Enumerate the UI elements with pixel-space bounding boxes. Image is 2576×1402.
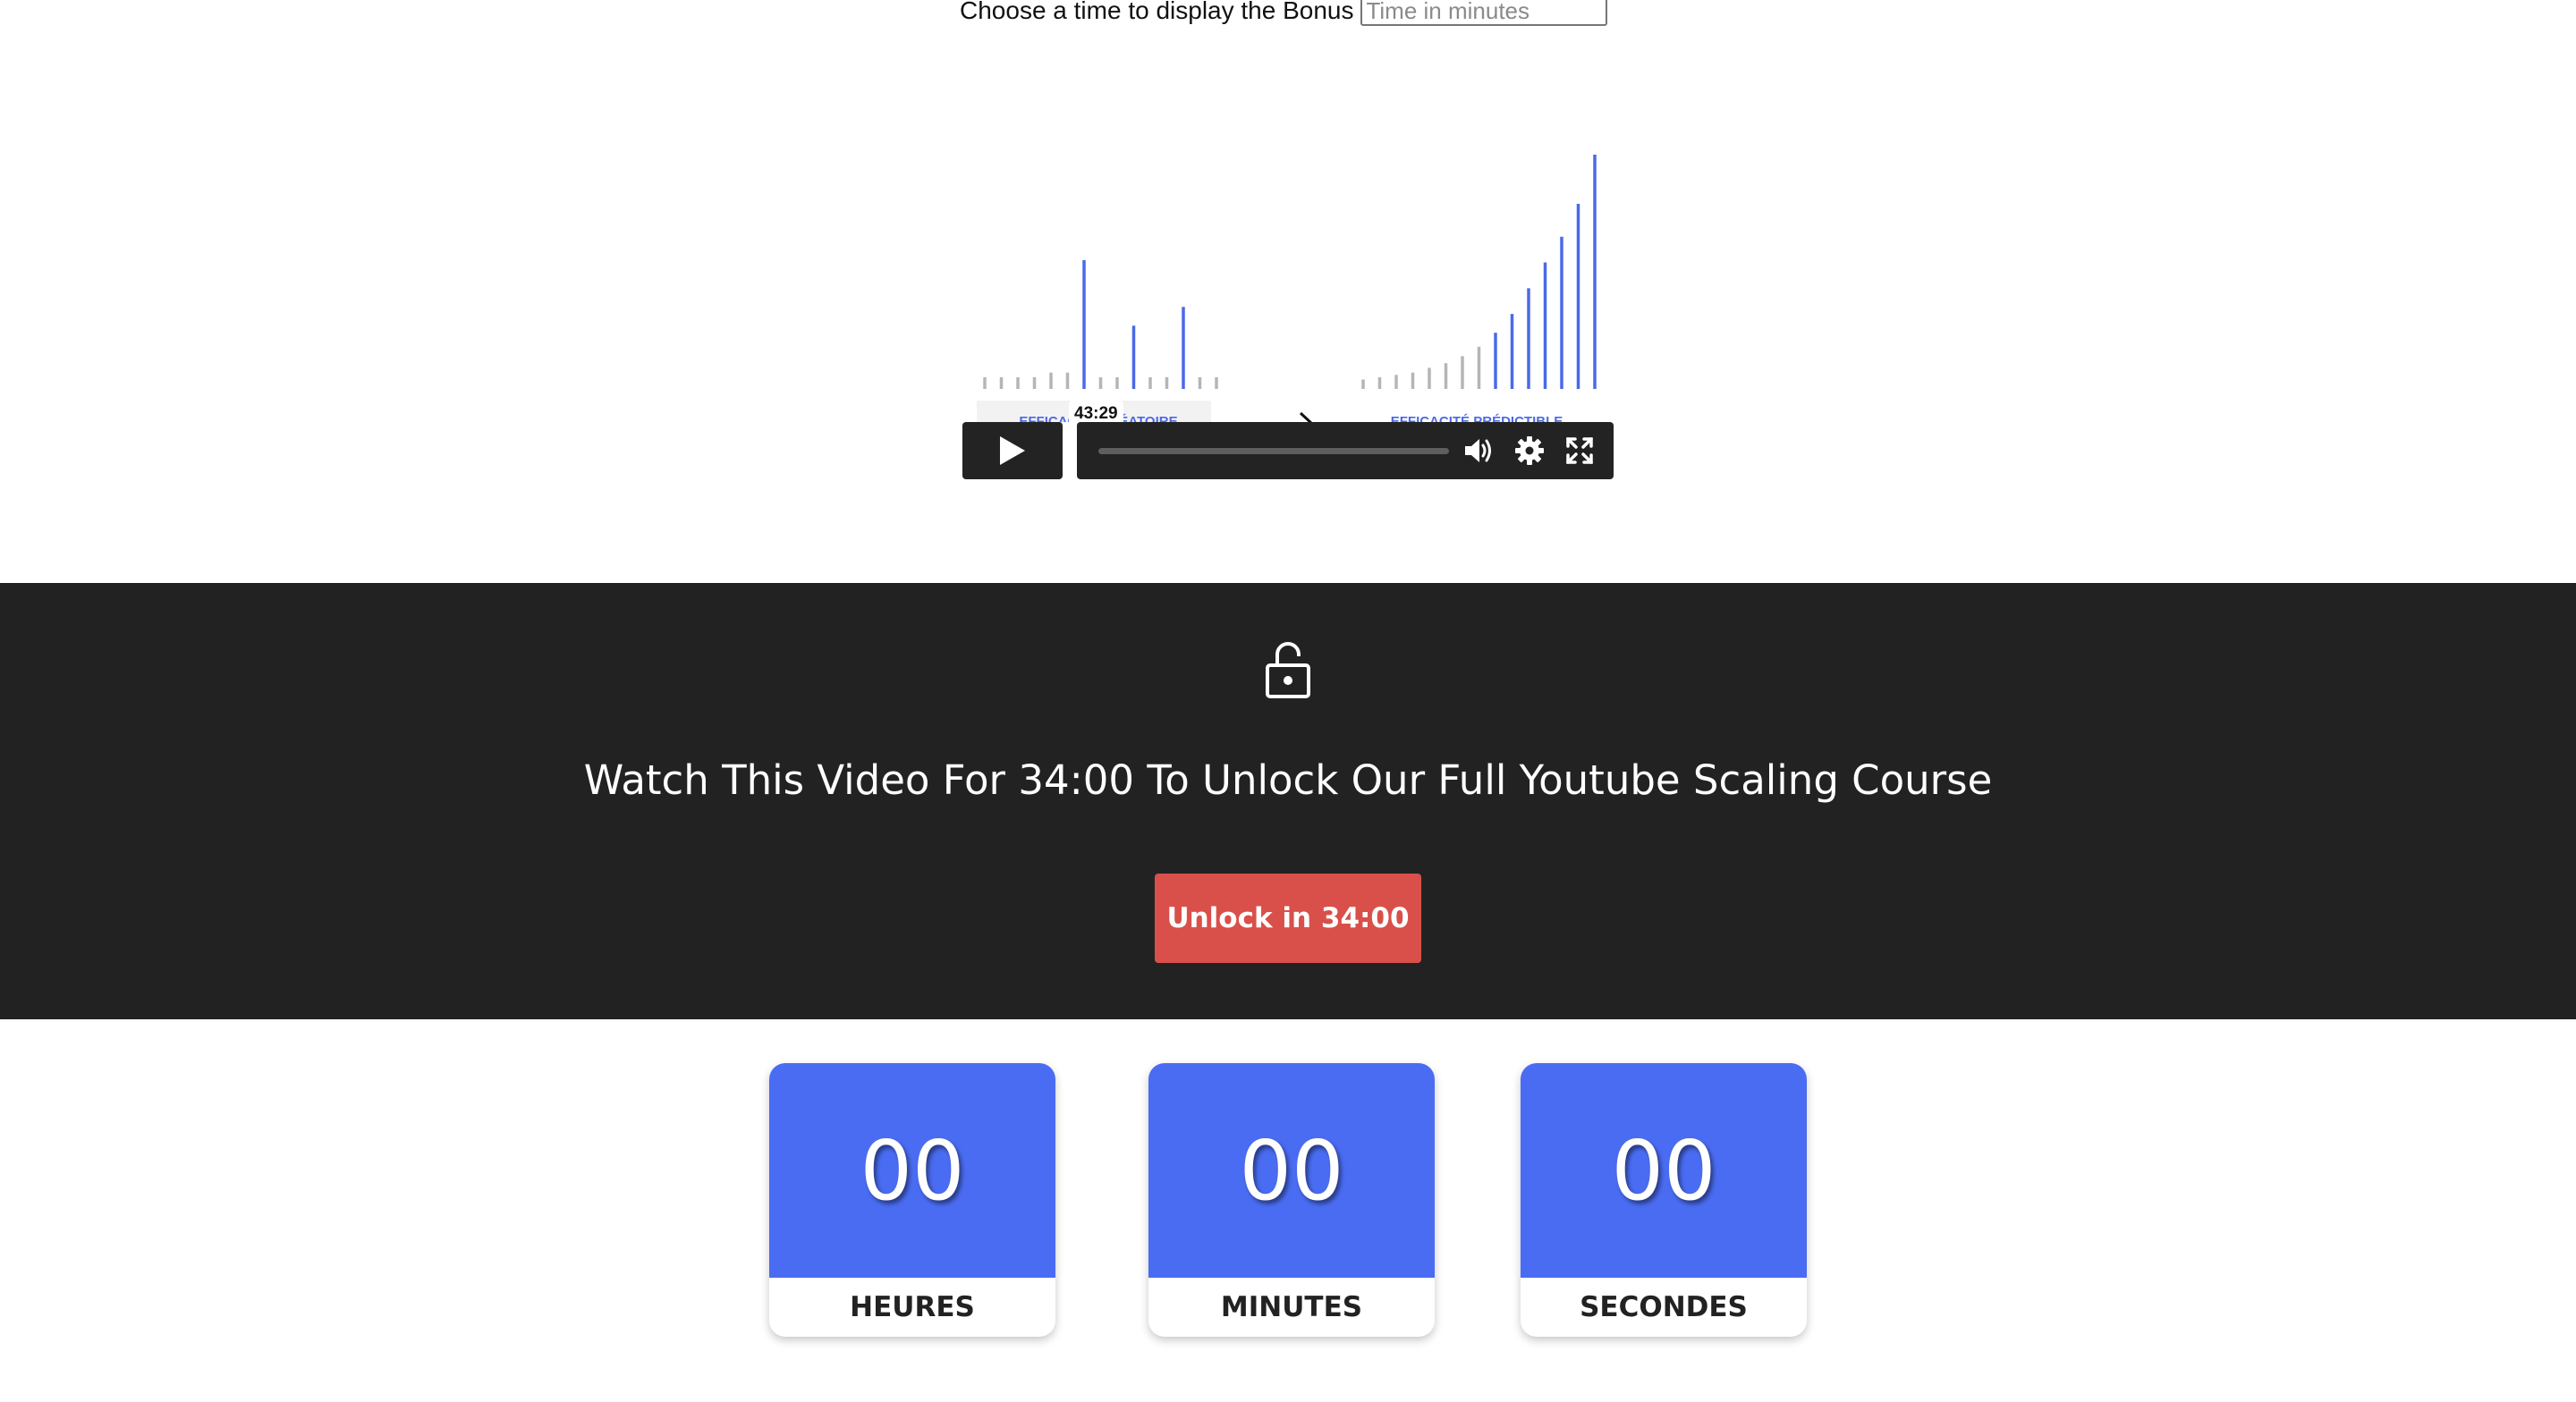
countdown-hours-value: 00 [860, 1122, 965, 1219]
countdown-minutes-card: 00 MINUTES [1148, 1063, 1435, 1337]
countdown-seconds-label: SECONDES [1580, 1291, 1748, 1323]
countdown-minutes-label: MINUTES [1220, 1291, 1363, 1323]
unlocked-padlock-icon [1266, 642, 1310, 698]
progress-bar[interactable] [1098, 448, 1449, 454]
bonus-time-label: Choose a time to display the Bonus [960, 0, 1354, 24]
bonus-time-input[interactable] [1360, 0, 1608, 26]
countdown-hours-card: 00 HEURES [769, 1063, 1055, 1337]
video-thumbnail: EFFICACITÉ ALÉATOIRE EFFICACITÉ PRÉDICTI… [977, 155, 1597, 422]
play-icon [1000, 436, 1025, 465]
countdown-hours-label: HEURES [850, 1291, 975, 1323]
settings-button[interactable] [1513, 435, 1546, 467]
unlock-button[interactable]: Unlock in 34:00 [1155, 874, 1421, 963]
volume-button[interactable] [1463, 435, 1496, 467]
right-bar-group [1361, 155, 1597, 389]
countdown-seconds-panel: 00 [1521, 1063, 1807, 1278]
countdown-minutes-panel: 00 [1148, 1063, 1435, 1278]
gear-icon [1515, 436, 1544, 465]
fullscreen-button[interactable] [1563, 435, 1596, 467]
bonus-time-row: Choose a time to display the Bonus [960, 0, 1608, 29]
left-bar-group [983, 259, 1218, 389]
unlock-headline: Watch This Video For 34:00 To Unlock Our… [583, 756, 1993, 804]
countdown-hours-panel: 00 [769, 1063, 1055, 1278]
video-control-bar [1077, 422, 1614, 479]
volume-icon [1465, 439, 1491, 462]
video-player[interactable]: EFFICACITÉ ALÉATOIRE EFFICACITÉ PRÉDICTI… [962, 80, 1614, 483]
play-button[interactable] [962, 422, 1063, 479]
countdown-seconds-card: 00 SECONDES [1521, 1063, 1807, 1337]
countdown-minutes-value: 00 [1239, 1122, 1344, 1219]
countdown-seconds-value: 00 [1611, 1122, 1716, 1219]
fullscreen-icon [1566, 437, 1593, 464]
right-caption: EFFICACITÉ PRÉDICTIBLE [1391, 414, 1563, 422]
arrow-icon [1299, 411, 1313, 422]
